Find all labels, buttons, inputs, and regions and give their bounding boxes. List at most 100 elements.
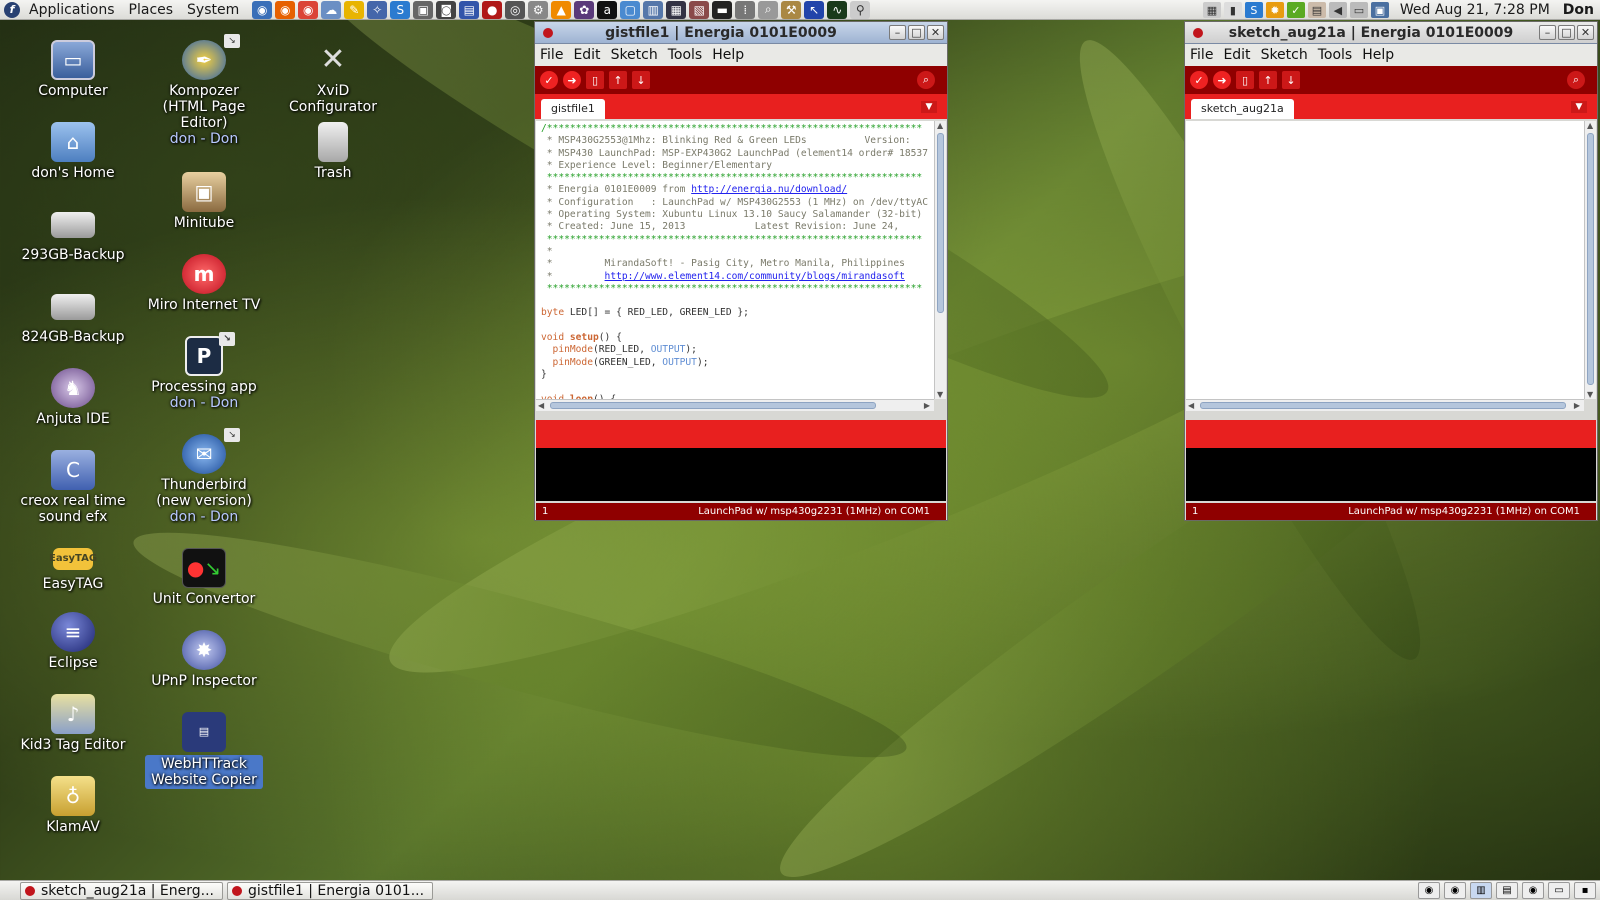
- desktop-icon-293gb-backup[interactable]: 293GB-Backup: [14, 204, 132, 263]
- close-button[interactable]: ✕: [1577, 25, 1594, 40]
- energia-tray-icon[interactable]: S: [1244, 2, 1263, 18]
- desktop-icon-anjuta[interactable]: ♞ Anjuta IDE: [14, 368, 132, 427]
- minimize-button[interactable]: –: [1539, 25, 1556, 40]
- display-launcher-icon[interactable]: ▥: [643, 0, 664, 19]
- search-files-launcher-icon[interactable]: ⌕: [758, 0, 779, 19]
- menu-help[interactable]: Help: [1357, 47, 1399, 63]
- desktop-icon-minitube[interactable]: ▣ Minitube: [145, 172, 263, 231]
- monitor-launcher-icon[interactable]: ∿: [827, 0, 848, 19]
- screenshot-launcher-icon[interactable]: ▢: [620, 0, 641, 19]
- archive-launcher-icon[interactable]: ▧: [689, 0, 710, 19]
- desktop-icon-computer[interactable]: ▭ Computer: [14, 40, 132, 99]
- applications-menu[interactable]: Applications: [22, 0, 122, 20]
- media-launcher-icon[interactable]: ▣: [413, 0, 434, 19]
- firefox-launcher-icon[interactable]: ◉: [275, 0, 296, 19]
- tools-launcher-icon[interactable]: ⚙: [528, 0, 549, 19]
- calendar-tray-icon[interactable]: ▦: [1202, 2, 1221, 18]
- volume-tray-icon[interactable]: ◀: [1328, 2, 1347, 18]
- camera-launcher-icon[interactable]: ◙: [436, 0, 457, 19]
- menu-file[interactable]: File: [535, 47, 568, 63]
- menu-edit[interactable]: Edit: [1218, 47, 1255, 63]
- scroll-thumb[interactable]: [937, 133, 944, 313]
- minimize-button[interactable]: –: [889, 25, 906, 40]
- desktop-icon-klamav[interactable]: ♁ KlamAV: [14, 776, 132, 835]
- window-launcher-icon[interactable]: ▤: [459, 0, 480, 19]
- desktop-icon-upnp[interactable]: ✸ UPnP Inspector: [145, 630, 263, 689]
- fedora-logo-icon[interactable]: f: [4, 1, 20, 18]
- desktop-icon-miro[interactable]: m Miro Internet TV: [145, 254, 263, 313]
- taskbar-button-gistfile1[interactable]: gistfile1 | Energia 0101...: [227, 881, 434, 900]
- open-button[interactable]: ↑: [609, 71, 627, 89]
- menu-tools[interactable]: Tools: [663, 47, 708, 63]
- chrome-launcher-icon[interactable]: ◉: [298, 0, 319, 19]
- scroll-down-arrow-icon[interactable]: ▼: [1587, 390, 1593, 399]
- webcam-launcher-icon[interactable]: ◎: [505, 0, 526, 19]
- verify-button[interactable]: ✓: [540, 71, 558, 89]
- search-launcher-icon[interactable]: ⚲: [850, 0, 871, 19]
- usb-tray-icon[interactable]: ▮: [1223, 2, 1242, 18]
- scroll-thumb[interactable]: [1200, 402, 1566, 409]
- workspace-1[interactable]: ▥: [1470, 882, 1492, 899]
- firefox-applet-icon[interactable]: ◉: [1444, 882, 1466, 899]
- save-button[interactable]: ↓: [1282, 71, 1300, 89]
- menu-file[interactable]: File: [1185, 47, 1218, 63]
- desktop-icon-eclipse[interactable]: ≡ Eclipse: [14, 612, 132, 671]
- energia-window-gistfile1[interactable]: gistfile1 | Energia 0101E0009 – □ ✕ File…: [534, 21, 948, 521]
- workspace-4[interactable]: ▭: [1548, 882, 1570, 899]
- desktop-icon-kid3[interactable]: ♪ Kid3 Tag Editor: [14, 694, 132, 753]
- menu-edit[interactable]: Edit: [568, 47, 605, 63]
- open-button[interactable]: ↑: [1259, 71, 1277, 89]
- code-editor[interactable]: [1186, 121, 1584, 399]
- taskbar-button-sketch-aug21a[interactable]: sketch_aug21a | Energ...: [20, 881, 224, 900]
- window-titlebar[interactable]: sketch_aug21a | Energia 0101E0009 – □ ✕: [1185, 22, 1597, 44]
- energia-window-sketch-aug21a[interactable]: sketch_aug21a | Energia 0101E0009 – □ ✕ …: [1184, 21, 1598, 521]
- code-text[interactable]: /***************************************…: [536, 121, 934, 399]
- code-link[interactable]: http://energia.nu/download/: [691, 184, 847, 195]
- console-output[interactable]: [536, 448, 946, 501]
- window-titlebar[interactable]: gistfile1 | Energia 0101E0009 – □ ✕: [535, 22, 947, 44]
- desktop-icon-824gb-backup[interactable]: 824GB-Backup: [14, 286, 132, 345]
- desktop-icon-unit-convertor[interactable]: ● ↘ Unit Convertor: [145, 548, 263, 607]
- sketch-tab[interactable]: sketch_aug21a: [1191, 99, 1294, 119]
- battery-tray-icon[interactable]: ▭: [1349, 2, 1368, 18]
- editor-horizontal-scrollbar[interactable]: ◀ ▶: [536, 399, 934, 411]
- game-launcher-icon[interactable]: ●: [482, 0, 503, 19]
- scroll-up-arrow-icon[interactable]: ▲: [1587, 121, 1593, 130]
- save-button[interactable]: ↓: [632, 71, 650, 89]
- maximize-button[interactable]: □: [908, 25, 925, 40]
- desktop-icon-thunderbird[interactable]: ✉ ↘ Thunderbird (new version) don - Don: [145, 428, 263, 525]
- serial-monitor-button[interactable]: ⌕: [1567, 71, 1585, 89]
- verify-button[interactable]: ✓: [1190, 71, 1208, 89]
- network-tray-icon[interactable]: ▣: [1370, 2, 1389, 18]
- desktop-icon-easytag[interactable]: EasyTAG EasyTAG: [14, 548, 132, 592]
- scroll-up-arrow-icon[interactable]: ▲: [937, 121, 943, 130]
- scroll-down-arrow-icon[interactable]: ▼: [937, 390, 943, 399]
- user-menu[interactable]: Don: [1563, 2, 1594, 18]
- sketch-tab[interactable]: gistfile1: [541, 99, 605, 119]
- upload-button[interactable]: ➜: [1213, 71, 1231, 89]
- gimp-launcher-icon[interactable]: ✿: [574, 0, 595, 19]
- editor-vertical-scrollbar[interactable]: ▲ ▼: [1584, 121, 1596, 399]
- places-menu[interactable]: Places: [122, 0, 181, 20]
- server-launcher-icon[interactable]: ▦: [666, 0, 687, 19]
- notes-launcher-icon[interactable]: ✎: [344, 0, 365, 19]
- scroll-thumb[interactable]: [550, 402, 876, 409]
- editor-horizontal-scrollbar[interactable]: ◀ ▶: [1186, 399, 1584, 411]
- clipboard-tray-icon[interactable]: ▤: [1307, 2, 1326, 18]
- tab-menu-button[interactable]: ▼: [921, 101, 937, 113]
- desktop-icon-creox[interactable]: C creox real time sound efx: [14, 450, 132, 525]
- pointer-launcher-icon[interactable]: ↖: [804, 0, 825, 19]
- desktop-icon-xvid[interactable]: ✕ XviD Configurator: [274, 40, 392, 116]
- desktop-icon-processing[interactable]: P ↘ Processing app don - Don: [145, 332, 263, 411]
- workspace-2[interactable]: ▤: [1496, 882, 1518, 899]
- browser-launcher-icon[interactable]: ◉: [252, 0, 273, 19]
- chat-launcher-icon[interactable]: ☁: [321, 0, 342, 19]
- new-button[interactable]: ▯: [1236, 71, 1254, 89]
- maximize-button[interactable]: □: [1558, 25, 1575, 40]
- tab-menu-button[interactable]: ▼: [1571, 101, 1587, 113]
- serial-monitor-button[interactable]: ⌕: [917, 71, 935, 89]
- scroll-right-arrow-icon[interactable]: ▶: [924, 401, 930, 410]
- vlc-launcher-icon[interactable]: ▲: [551, 0, 572, 19]
- energia-launcher-icon[interactable]: S: [390, 0, 411, 19]
- show-desktop-button[interactable]: ▪: [1574, 882, 1596, 899]
